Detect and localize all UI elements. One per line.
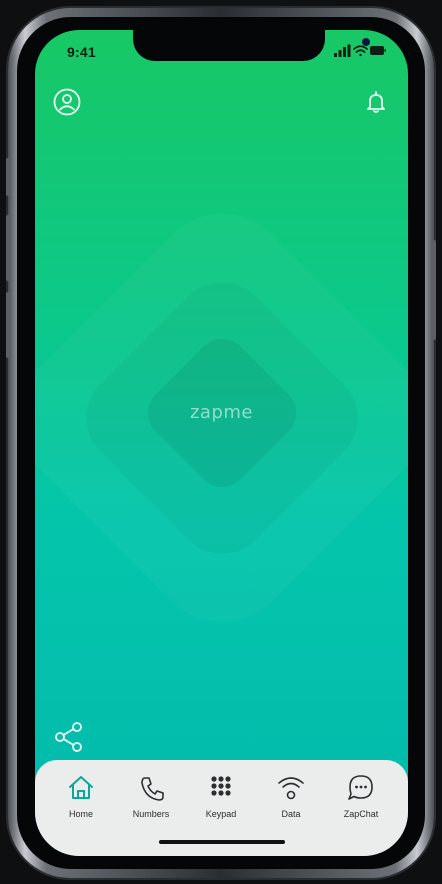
share-button[interactable]	[53, 720, 85, 752]
profile-button[interactable]	[53, 88, 81, 116]
tab-numbers[interactable]: Numbers	[115, 774, 187, 830]
notifications-button[interactable]	[362, 88, 390, 116]
status-time: 9:41	[67, 44, 96, 60]
wifi-status-icon	[353, 45, 368, 57]
phone-icon	[141, 777, 164, 801]
chat-bubble-icon	[348, 775, 373, 800]
device-mockup-background: 9:41 zapme Home Numbers Keypad Data ZapC…	[0, 0, 442, 884]
tab-numbers-label: Numbers	[132, 809, 170, 819]
app-screen: 9:41 zapme Home Numbers Keypad Data ZapC…	[35, 30, 408, 856]
tab-keypad-label: Keypad	[205, 809, 237, 819]
tab-home[interactable]: Home	[45, 774, 117, 830]
wifi-icon	[278, 777, 304, 800]
brand-logo: zapme	[189, 402, 253, 423]
tab-zapchat[interactable]: ZapChat	[325, 774, 397, 830]
tab-data[interactable]: Data	[255, 774, 327, 830]
battery-icon	[370, 46, 386, 55]
home-indicator	[159, 840, 285, 844]
tab-home-label: Home	[68, 809, 93, 819]
user-circle-icon	[53, 88, 81, 116]
keypad-icon	[211, 776, 231, 796]
tab-data-label: Data	[281, 809, 301, 819]
power-button	[432, 240, 436, 340]
bottom-tab-bar: Home Numbers Keypad Data ZapChat	[35, 760, 408, 856]
signal-icon	[334, 44, 351, 57]
status-icons	[334, 44, 386, 57]
volume-down-button	[6, 292, 10, 358]
notch	[133, 30, 370, 61]
mute-switch	[6, 158, 10, 196]
tab-zapchat-label: ZapChat	[343, 809, 379, 819]
bell-icon	[367, 91, 385, 113]
home-icon	[69, 776, 93, 799]
share-icon	[55, 722, 82, 752]
tab-keypad[interactable]: Keypad	[185, 774, 257, 830]
volume-up-button	[6, 215, 10, 281]
